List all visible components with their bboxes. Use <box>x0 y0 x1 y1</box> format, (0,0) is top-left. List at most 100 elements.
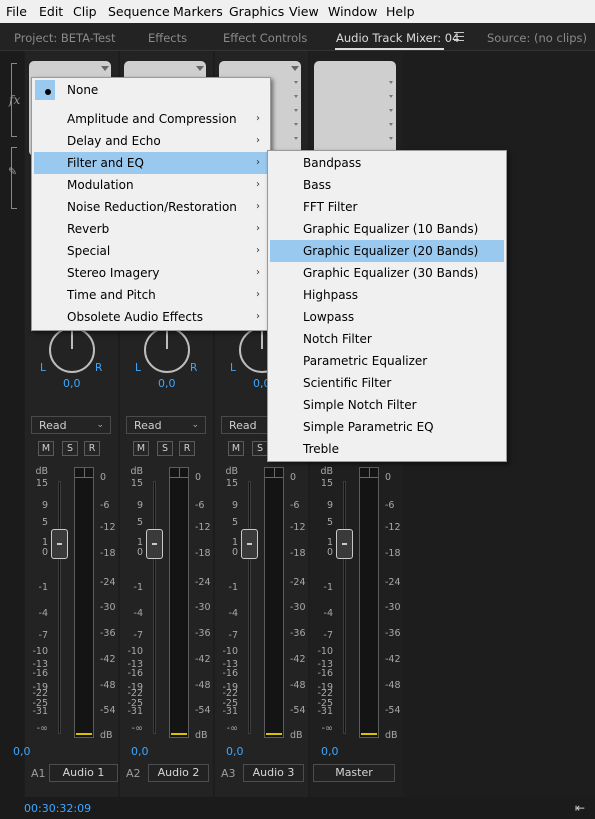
pan-value[interactable]: 0,0 <box>158 377 176 390</box>
menu-item-category[interactable]: Modulation › <box>34 174 268 196</box>
db-tick-label: -10 <box>317 646 333 657</box>
menu-item-category[interactable]: Filter and EQ › <box>34 152 268 174</box>
menu-view[interactable]: View <box>289 4 319 19</box>
fit-to-panel-icon[interactable]: ⇤ <box>575 801 585 815</box>
db-tick-label: -1 <box>228 582 238 593</box>
db-tick-label: -36 <box>100 628 116 639</box>
menu-item-filter[interactable]: Notch Filter <box>270 328 504 350</box>
volume-fader-track[interactable] <box>248 481 251 734</box>
volume-fader-handle[interactable] <box>241 529 258 559</box>
slot-arrow-icon[interactable] <box>389 137 393 140</box>
record-button[interactable]: R <box>84 441 100 456</box>
menu-item-category[interactable]: Stereo Imagery › <box>34 262 268 284</box>
menu-item-category[interactable]: Time and Pitch › <box>34 284 268 306</box>
menu-item-label: Delay and Echo <box>67 134 161 148</box>
menu-item-category[interactable]: Reverb › <box>34 218 268 240</box>
solo-button[interactable]: S <box>157 441 173 456</box>
track-name[interactable]: Audio 3 <box>243 764 304 782</box>
menu-item-filter[interactable]: Graphic Equalizer (30 Bands) <box>270 262 504 284</box>
tab-effect-controls[interactable]: Effect Controls <box>223 31 307 45</box>
menu-item-filter[interactable]: Lowpass <box>270 306 504 328</box>
slot-arrow-icon[interactable] <box>389 95 393 98</box>
slot-arrow-icon[interactable] <box>294 109 298 112</box>
db-tick-label: -6 <box>100 500 110 511</box>
mute-button[interactable]: M <box>38 441 54 456</box>
db-tick-label: 5 <box>136 517 143 528</box>
tab-project[interactable]: Project: BETA-Test <box>14 31 116 45</box>
slot-arrow-icon[interactable] <box>389 123 393 126</box>
menu-item-filter[interactable]: Parametric Equalizer <box>270 350 504 372</box>
record-button[interactable]: R <box>179 441 195 456</box>
track-name[interactable]: Master <box>313 764 395 782</box>
solo-button[interactable]: S <box>252 441 268 456</box>
menu-item-filter[interactable]: Graphic Equalizer (20 Bands) <box>270 240 504 262</box>
volume-fader-track[interactable] <box>343 481 346 734</box>
pan-knob[interactable] <box>144 327 190 373</box>
volume-fader-track[interactable] <box>153 481 156 734</box>
volume-value[interactable]: 0,0 <box>226 745 244 758</box>
menu-item-filter[interactable]: FFT Filter <box>270 196 504 218</box>
volume-fader-handle[interactable] <box>146 529 163 559</box>
timecode[interactable]: 00:30:32:09 <box>24 802 91 815</box>
tab-audio-track-mixer[interactable]: Audio Track Mixer: 04 <box>336 31 459 45</box>
menu-clip[interactable]: Clip <box>73 4 97 19</box>
menu-file[interactable]: File <box>6 4 27 19</box>
effect-slot[interactable] <box>314 61 396 156</box>
volume-value[interactable]: 0,0 <box>321 745 339 758</box>
db-tick-label: 0 <box>385 472 392 483</box>
pan-value[interactable]: 0,0 <box>63 377 81 390</box>
menu-item-category[interactable]: Obsolete Audio Effects › <box>34 306 268 328</box>
slot-arrow-icon[interactable] <box>294 95 298 98</box>
volume-fader-handle[interactable] <box>51 529 68 559</box>
slot-arrow-icon[interactable] <box>294 81 298 84</box>
menu-item-filter[interactable]: Simple Parametric EQ <box>270 416 504 438</box>
solo-button[interactable]: S <box>62 441 78 456</box>
automation-mode-select[interactable]: Read ⌄ <box>31 416 111 434</box>
chevron-down-icon[interactable] <box>101 66 109 71</box>
menu-item-category[interactable]: Delay and Echo › <box>34 130 268 152</box>
slot-arrow-icon[interactable] <box>389 81 393 84</box>
mute-button[interactable]: M <box>228 441 244 456</box>
db-tick-label: 9 <box>231 500 238 511</box>
menu-graphics[interactable]: Graphics <box>229 4 284 19</box>
menu-item-filter[interactable]: Scientific Filter <box>270 372 504 394</box>
chevron-down-icon[interactable] <box>196 66 204 71</box>
chevron-down-icon[interactable] <box>291 66 299 71</box>
menu-item-none[interactable]: None <box>34 79 268 101</box>
track-name[interactable]: Audio 1 <box>49 764 118 782</box>
menu-edit[interactable]: Edit <box>39 4 63 19</box>
level-meter <box>169 467 189 738</box>
volume-value[interactable]: 0,0 <box>13 745 31 758</box>
menu-item-category[interactable]: Amplitude and Compression › <box>34 108 268 130</box>
pan-knob[interactable] <box>49 327 95 373</box>
menu-item-category[interactable]: Noise Reduction/Restoration › <box>34 196 268 218</box>
volume-fader-handle[interactable] <box>336 529 353 559</box>
automation-mode-select[interactable]: Read ⌄ <box>126 416 206 434</box>
menu-sequence[interactable]: Sequence <box>108 4 170 19</box>
slot-arrow-icon[interactable] <box>294 137 298 140</box>
active-tab-indicator <box>335 48 444 50</box>
menu-item-filter[interactable]: Simple Notch Filter <box>270 394 504 416</box>
volume-value[interactable]: 0,0 <box>131 745 149 758</box>
tab-effects[interactable]: Effects <box>148 31 187 45</box>
hamburger-icon[interactable] <box>454 32 464 41</box>
menu-item-filter[interactable]: Graphic Equalizer (10 Bands) <box>270 218 504 240</box>
menu-item-category[interactable]: Special › <box>34 240 268 262</box>
menu-item-filter[interactable]: Bandpass <box>270 152 504 174</box>
menu-help[interactable]: Help <box>386 4 415 19</box>
pen-icon: ✎ <box>8 165 18 178</box>
menu-markers[interactable]: Markers <box>173 4 223 19</box>
mute-button[interactable]: M <box>133 441 149 456</box>
volume-fader-track[interactable] <box>58 481 61 734</box>
db-tick-label: -36 <box>385 628 401 639</box>
menu-item-filter[interactable]: Highpass <box>270 284 504 306</box>
slot-arrow-icon[interactable] <box>389 109 393 112</box>
menu-item-filter[interactable]: Bass <box>270 174 504 196</box>
menu-window[interactable]: Window <box>328 4 377 19</box>
track-name[interactable]: Audio 2 <box>148 764 209 782</box>
db-tick-label: -54 <box>195 705 211 716</box>
tab-source[interactable]: Source: (no clips) <box>487 31 587 45</box>
db-tick-label: -16 <box>32 668 48 679</box>
menu-item-filter[interactable]: Treble <box>270 438 504 460</box>
slot-arrow-icon[interactable] <box>294 123 298 126</box>
